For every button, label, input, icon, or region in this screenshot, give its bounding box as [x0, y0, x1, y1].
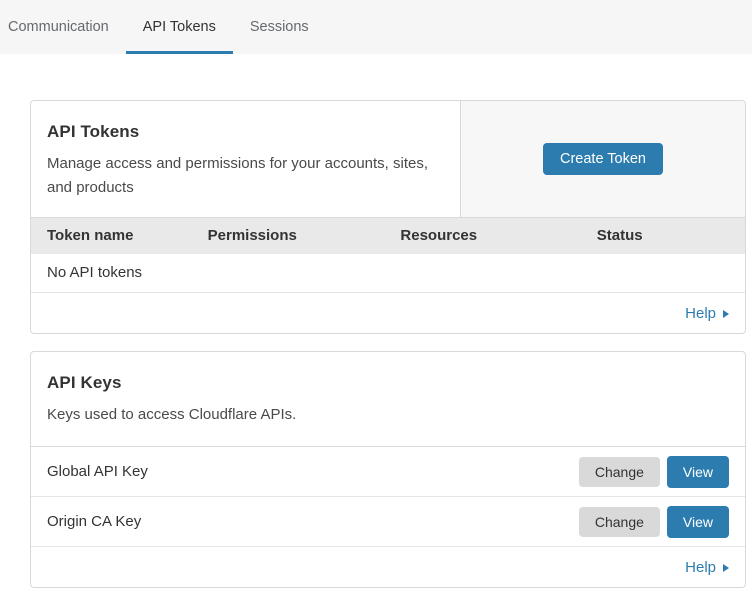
key-actions: Change View	[579, 456, 729, 488]
tab-sessions[interactable]: Sessions	[233, 0, 326, 54]
api-keys-card: API Keys Keys used to access Cloudflare …	[30, 351, 746, 588]
api-keys-description: Keys used to access Cloudflare APIs.	[47, 403, 729, 427]
list-item-origin-ca-key: Origin CA Key Change View	[31, 497, 745, 547]
api-tokens-title: API Tokens	[47, 122, 440, 142]
column-header-resources: Resources	[384, 218, 580, 254]
column-header-token-name: Token name	[31, 218, 192, 254]
list-item-global-api-key: Global API Key Change View	[31, 447, 745, 497]
table-row: No API tokens	[31, 254, 745, 293]
change-origin-ca-key-button[interactable]: Change	[579, 507, 660, 537]
create-token-button[interactable]: Create Token	[543, 143, 663, 176]
api-tokens-card: API Tokens Manage access and permissions…	[30, 100, 746, 334]
column-header-status: Status	[581, 218, 745, 254]
change-global-api-key-button[interactable]: Change	[579, 457, 660, 487]
api-tokens-card-header-action: Create Token	[460, 101, 745, 217]
api-tokens-card-header: API Tokens Manage access and permissions…	[31, 101, 745, 218]
help-link-label: Help	[685, 305, 716, 322]
empty-state-message: No API tokens	[31, 254, 745, 293]
help-link-label: Help	[685, 559, 716, 576]
help-arrow-icon	[723, 564, 729, 572]
key-name-label: Global API Key	[47, 463, 579, 480]
api-tokens-card-footer: Help	[31, 293, 745, 333]
tabbar: Communication API Tokens Sessions	[0, 0, 752, 54]
key-name-label: Origin CA Key	[47, 513, 579, 530]
help-arrow-icon	[723, 310, 729, 318]
api-keys-title: API Keys	[47, 373, 729, 393]
view-global-api-key-button[interactable]: View	[667, 456, 729, 488]
api-keys-help-link[interactable]: Help	[685, 559, 729, 576]
table-header-row: Token name Permissions Resources Status	[31, 218, 745, 254]
api-tokens-table: Token name Permissions Resources Status …	[31, 218, 745, 293]
key-actions: Change View	[579, 506, 729, 538]
column-header-permissions: Permissions	[192, 218, 385, 254]
api-keys-card-header: API Keys Keys used to access Cloudflare …	[31, 352, 745, 447]
view-origin-ca-key-button[interactable]: View	[667, 506, 729, 538]
api-tokens-help-link[interactable]: Help	[685, 305, 729, 322]
api-keys-card-footer: Help	[31, 547, 745, 587]
api-tokens-card-header-text: API Tokens Manage access and permissions…	[31, 101, 460, 217]
tab-api-tokens[interactable]: API Tokens	[126, 0, 233, 54]
tab-communication[interactable]: Communication	[0, 0, 126, 54]
api-tokens-description: Manage access and permissions for your a…	[47, 152, 440, 200]
